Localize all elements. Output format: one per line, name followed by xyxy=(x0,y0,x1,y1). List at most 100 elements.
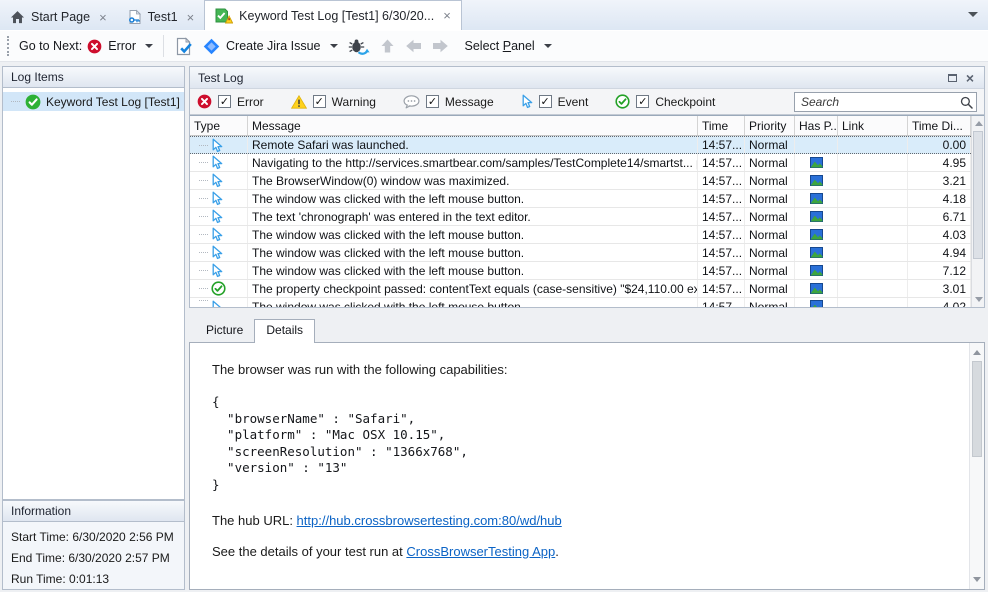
log-row-message: The property checkpoint passed: contentT… xyxy=(248,280,698,297)
filter-checkbox-checkpoint[interactable]: ✓ xyxy=(636,95,649,108)
log-row-link xyxy=(838,298,908,307)
test-log-panel-header: Test Log × xyxy=(190,67,984,89)
details-vertical-scrollbar[interactable] xyxy=(969,343,984,589)
check-icon xyxy=(25,94,41,110)
document-tab-keyword-test-log-test1-6-30-20[interactable]: Keyword Test Log [Test1] 6/30/20...× xyxy=(204,0,462,30)
select-panel-dropdown[interactable]: Select Panel xyxy=(460,36,557,56)
close-icon[interactable]: × xyxy=(966,71,974,85)
log-row-link xyxy=(838,226,908,243)
tab-close-icon[interactable]: × xyxy=(99,11,107,24)
scroll-down-icon[interactable] xyxy=(975,297,983,302)
filter-label: Checkpoint xyxy=(655,95,715,109)
scrollbar-thumb[interactable] xyxy=(973,131,983,259)
column-header-time-di[interactable]: Time Di... xyxy=(908,116,971,135)
log-row-time: 14:57 xyxy=(698,298,745,307)
create-jira-issue-dropdown[interactable]: Create Jira Issue xyxy=(198,35,342,58)
filter-checkbox-message[interactable]: ✓ xyxy=(426,95,439,108)
go-forward-button[interactable] xyxy=(427,36,454,56)
column-header-type[interactable]: Type xyxy=(190,116,248,135)
maximize-icon[interactable] xyxy=(948,74,957,82)
event-icon xyxy=(211,209,223,224)
search-input[interactable] xyxy=(794,92,977,112)
see-details-suffix: . xyxy=(555,544,559,559)
log-row-has-picture xyxy=(795,262,838,279)
log-row-time-diff: 0.00 xyxy=(908,137,971,153)
scrollbar-thumb[interactable] xyxy=(972,361,982,457)
log-row-time-diff: 7.12 xyxy=(908,262,971,279)
tree-connector xyxy=(199,198,208,199)
picture-icon xyxy=(810,247,823,258)
tree-connector xyxy=(11,101,20,102)
event-icon xyxy=(211,245,223,260)
error-icon xyxy=(87,39,102,54)
filter-event: ✓Event xyxy=(521,94,589,109)
picture-icon xyxy=(810,229,823,240)
information-title: Information xyxy=(11,504,71,518)
log-row-link xyxy=(838,280,908,297)
panel-gap xyxy=(189,308,985,318)
main-area: Log Items Keyword Test Log [Test1] Infor… xyxy=(0,62,988,592)
column-header-time[interactable]: Time xyxy=(698,116,745,135)
information-content: Start Time: 6/30/2020 2:56 PMEnd Time: 6… xyxy=(2,522,185,590)
tab-close-icon[interactable]: × xyxy=(443,9,451,22)
log-row-priority: Normal xyxy=(745,226,795,243)
create-jira-issue-label: Create Jira Issue xyxy=(226,39,320,53)
log-row[interactable]: Remote Safari was launched.14:57...Norma… xyxy=(190,136,971,154)
tree-item-label: Keyword Test Log [Test1] xyxy=(46,95,180,109)
log-row[interactable]: The window was clicked with the left mou… xyxy=(190,262,971,280)
log-row[interactable]: The window was clicked with the left mou… xyxy=(190,298,971,307)
log-row-priority: Normal xyxy=(745,172,795,189)
crossbrowsertesting-app-link[interactable]: CrossBrowserTesting App xyxy=(406,544,555,559)
log-row-message: Navigating to the http://services.smartb… xyxy=(248,154,698,171)
go-to-next-error-dropdown[interactable]: Error xyxy=(82,36,158,57)
go-back-button[interactable] xyxy=(400,36,427,56)
column-header-message[interactable]: Message xyxy=(248,116,698,135)
log-row[interactable]: The window was clicked with the left mou… xyxy=(190,244,971,262)
log-row[interactable]: The BrowserWindow(0) window was maximize… xyxy=(190,172,971,190)
details-content-panel: The browser was run with the following c… xyxy=(189,342,985,590)
tab-close-icon[interactable]: × xyxy=(187,11,195,24)
log-row[interactable]: The window was clicked with the left mou… xyxy=(190,190,971,208)
run-test-item-button[interactable] xyxy=(343,35,375,58)
home-icon xyxy=(10,10,25,24)
log-row-time-diff: 4.02 xyxy=(908,298,971,307)
scroll-up-icon[interactable] xyxy=(975,121,983,126)
log-row[interactable]: The text 'chronograph' was entered in th… xyxy=(190,208,971,226)
log-row-time: 14:57... xyxy=(698,226,745,243)
table-vertical-scrollbar[interactable] xyxy=(971,116,984,307)
log-row-time: 14:57... xyxy=(698,172,745,189)
hub-url-link[interactable]: http://hub.crossbrowsertesting.com:80/wd… xyxy=(297,513,562,528)
tab-label: Test1 xyxy=(148,10,178,24)
log-row[interactable]: Navigating to the http://services.smartb… xyxy=(190,154,971,172)
log-row-message: The BrowserWindow(0) window was maximize… xyxy=(248,172,698,189)
tab-details[interactable]: Details xyxy=(254,319,315,343)
log-row-message: The window was clicked with the left mou… xyxy=(248,262,698,279)
document-tab-test1[interactable]: Test1 × xyxy=(117,4,204,30)
debug-run-icon xyxy=(348,38,370,55)
log-items-tree-item[interactable]: Keyword Test Log [Test1] xyxy=(3,92,184,111)
log-row-has-picture xyxy=(795,137,838,153)
scroll-up-icon[interactable] xyxy=(973,350,981,355)
filter-checkbox-event[interactable]: ✓ xyxy=(539,95,552,108)
log-row[interactable]: The property checkpoint passed: contentT… xyxy=(190,280,971,298)
go-up-button[interactable] xyxy=(375,35,400,57)
log-row-time-diff: 3.21 xyxy=(908,172,971,189)
log-row-time: 14:57... xyxy=(698,208,745,225)
column-header-has-p[interactable]: Has P... xyxy=(795,116,838,135)
send-to-jira-button[interactable] xyxy=(169,34,198,59)
column-header-link[interactable]: Link xyxy=(838,116,908,135)
scroll-down-icon[interactable] xyxy=(973,577,981,582)
filter-checkbox-error[interactable]: ✓ xyxy=(218,95,231,108)
tab-picture[interactable]: Picture xyxy=(195,320,254,342)
log-row[interactable]: The window was clicked with the left mou… xyxy=(190,226,971,244)
left-arrow-icon xyxy=(405,39,422,53)
tree-connector xyxy=(199,216,208,217)
document-tab-start-page[interactable]: Start Page× xyxy=(0,4,117,30)
log-row-type xyxy=(190,208,248,225)
filter-checkbox-warning[interactable]: ✓ xyxy=(313,95,326,108)
toolbar-grip[interactable] xyxy=(7,36,11,56)
column-header-priority[interactable]: Priority xyxy=(745,116,795,135)
tab-list-dropdown-icon[interactable] xyxy=(968,12,978,17)
log-row-link xyxy=(838,137,908,153)
log-row-has-picture xyxy=(795,208,838,225)
